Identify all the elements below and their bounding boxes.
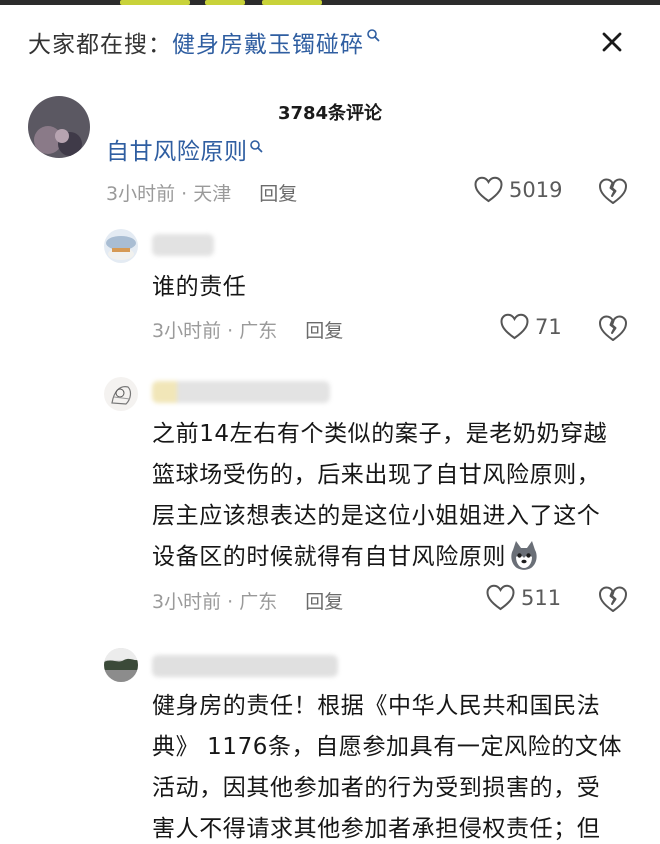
comment-line: 之前14左右有个类似的案子，是老奶奶穿越 xyxy=(152,421,608,447)
search-icon xyxy=(367,29,380,42)
like-button[interactable]: 71 xyxy=(500,313,562,340)
comment-meta: 3小时前 · 广东 回复 xyxy=(152,316,343,343)
reply-button[interactable]: 回复 xyxy=(259,179,297,206)
heart-icon xyxy=(474,176,503,203)
like-button[interactable]: 511 xyxy=(486,584,561,611)
like-button[interactable]: 5019 xyxy=(474,176,562,203)
close-icon[interactable] xyxy=(600,30,624,54)
dislike-icon[interactable] xyxy=(598,176,628,206)
avatar[interactable] xyxy=(104,229,138,263)
username-redacted xyxy=(152,234,214,256)
comment-line: 设备区的时候就得有自甘风险原则 xyxy=(152,544,506,570)
avatar[interactable] xyxy=(104,648,138,682)
comment-line: 典》 1176条，自愿参加具有一定风险的文体 xyxy=(152,734,623,760)
heart-icon xyxy=(500,313,529,340)
username-redacted xyxy=(152,381,330,403)
comment-line: 害人不得请求其他参加者承担侵权责任；但 xyxy=(152,816,601,842)
like-count: 71 xyxy=(535,314,562,339)
comment-meta: 3小时前 · 广东 回复 xyxy=(152,587,343,614)
search-icon xyxy=(249,140,263,153)
heart-icon xyxy=(486,584,515,611)
comment-line: 篮球场受伤的，后来出现了自甘风险原则， xyxy=(152,462,601,488)
dislike-icon[interactable] xyxy=(598,584,628,614)
time-location: 3小时前 · 天津 xyxy=(106,183,232,205)
husky-emoji xyxy=(511,541,537,570)
like-count: 511 xyxy=(521,585,562,610)
comment-text: 自甘风险原则 xyxy=(106,132,263,173)
reply-button[interactable]: 回复 xyxy=(305,316,343,343)
comment-meta: 3小时前 · 天津 回复 xyxy=(106,179,297,206)
comment-count-title: 3784条评论 xyxy=(277,103,383,124)
dislike-icon[interactable] xyxy=(598,313,628,343)
trending-search-bar[interactable]: 大家都在搜： 健身房戴玉镯碰碎 xyxy=(28,24,380,60)
username-redacted xyxy=(152,655,338,677)
time-location: 3小时前 · 广东 xyxy=(152,591,278,613)
like-count: 5019 xyxy=(509,177,563,202)
comment-text: 谁的责任 xyxy=(152,274,247,300)
time-location: 3小时前 · 广东 xyxy=(152,320,278,342)
avatar[interactable] xyxy=(104,377,138,411)
comment-text: 之前14左右有个类似的案子，是老奶奶穿越 篮球场受伤的，后来出现了自甘风险原则，… xyxy=(152,414,607,578)
comment-line: 活动，因其他参加者的行为受到损害的，受 xyxy=(152,775,601,801)
comment-line: 层主应该想表达的是这位小姐姐进入了这个 xyxy=(152,503,601,529)
search-prefix-label: 大家都在搜： xyxy=(28,32,172,58)
top-overlay-strip xyxy=(0,0,660,5)
keyword-link[interactable]: 自甘风险原则 xyxy=(106,139,248,165)
reply-button[interactable]: 回复 xyxy=(305,587,343,614)
search-term-link[interactable]: 健身房戴玉镯碰碎 xyxy=(172,25,364,59)
comment-text: 健身房的责任！根据《中华人民共和国民法 典》 1176条，自愿参加具有一定风险的… xyxy=(152,686,622,844)
comment-line: 健身房的责任！根据《中华人民共和国民法 xyxy=(152,693,601,719)
avatar[interactable] xyxy=(28,96,90,158)
